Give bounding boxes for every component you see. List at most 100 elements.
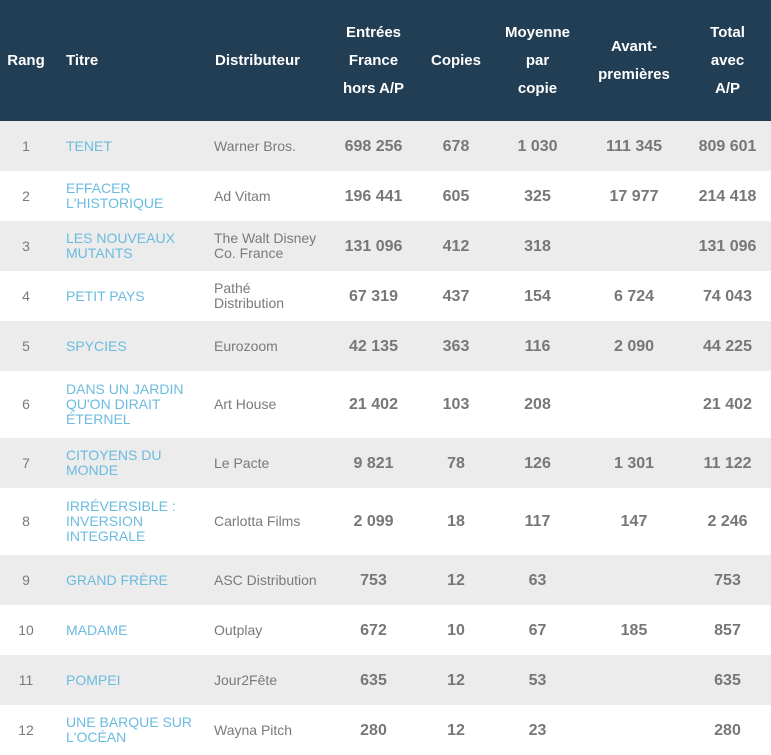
header-avant-premieres: Avant- premières (598, 37, 670, 83)
rang-cell: 11 (0, 655, 52, 705)
film-title-link[interactable]: DANS UN JARDIN QU'ON DIRAIT ÉTERNEL (66, 381, 183, 427)
rang-value: 7 (22, 454, 30, 471)
distributor-cell: The Walt Disney Co. France (201, 221, 326, 271)
total-value: 635 (714, 671, 741, 689)
film-title-link[interactable]: UNE BARQUE SUR L'OCÉAN (66, 714, 192, 745)
rang-cell: 4 (0, 271, 52, 321)
avant-premieres-cell (584, 221, 684, 271)
rang-cell: 7 (0, 438, 52, 488)
film-title-link[interactable]: LES NOUVEAUX MUTANTS (66, 230, 175, 261)
rang-cell: 9 (0, 555, 52, 605)
total-cell: 74 043 (684, 271, 771, 321)
table-row: 2 EFFACER L'HISTORIQUE Ad Vitam 196 441 605 3… (0, 171, 771, 221)
moyenne-value: 67 (528, 621, 547, 639)
entrees-cell: 9 821 (326, 438, 421, 488)
avant-premieres-value: 1 301 (613, 454, 655, 472)
copies-value: 10 (447, 621, 465, 639)
rang-value: 5 (22, 337, 30, 354)
entrees-cell: 42 135 (326, 321, 421, 371)
title-cell: UNE BARQUE SUR L'OCÉAN (52, 705, 201, 755)
rang-value: 12 (18, 721, 34, 738)
total-value: 2 246 (707, 513, 748, 530)
avant-premieres-value: 185 (620, 621, 648, 639)
entrees-cell: 131 096 (326, 221, 421, 271)
entrees-cell: 672 (326, 605, 421, 655)
copies-value: 78 (447, 454, 465, 472)
film-title-link[interactable]: GRAND FRÈRE (66, 572, 168, 588)
total-value: 809 601 (698, 137, 757, 155)
table-row: 11 POMPEI Jour2Fête 635 12 53 635 (0, 655, 771, 705)
title-cell: POMPEI (52, 655, 201, 705)
copies-cell: 605 (421, 171, 491, 221)
moyenne-value: 154 (524, 287, 551, 305)
entrees-value: 42 135 (349, 337, 398, 355)
distributor-value: Le Pacte (214, 454, 270, 471)
total-cell: 44 225 (684, 321, 771, 371)
moyenne-cell: 154 (491, 271, 584, 321)
header-titre: Titre (66, 51, 99, 69)
title-cell: PETIT PAYS (52, 271, 201, 321)
title-cell: DANS UN JARDIN QU'ON DIRAIT ÉTERNEL (52, 371, 201, 438)
rang-value: 10 (18, 621, 34, 638)
distributor-value: Wayna Pitch (214, 721, 293, 738)
film-title-link[interactable]: SPYCIES (66, 338, 127, 354)
entrees-cell: 635 (326, 655, 421, 705)
total-value: 753 (714, 571, 741, 589)
entrees-value: 196 441 (344, 187, 403, 205)
rang-value: 9 (22, 571, 30, 588)
rang-value: 3 (22, 237, 30, 254)
entrees-value: 280 (360, 721, 387, 739)
total-value: 857 (714, 621, 741, 639)
film-title-link[interactable]: PETIT PAYS (66, 288, 145, 304)
moyenne-cell: 325 (491, 171, 584, 221)
entrees-value: 672 (360, 621, 387, 639)
rang-value: 6 (22, 396, 30, 412)
avant-premieres-value: 6 724 (613, 287, 655, 305)
total-cell: 635 (684, 655, 771, 705)
distributor-value: Ad Vitam (214, 187, 271, 204)
title-cell: IRRÉVERSIBLE : INVERSION INTEGRALE (52, 488, 201, 555)
total-value: 11 122 (703, 454, 752, 472)
copies-value: 12 (447, 721, 465, 739)
avant-premieres-cell: 111 345 (584, 121, 684, 171)
entrees-cell: 280 (326, 705, 421, 755)
distributor-cell: Art House (201, 371, 326, 438)
copies-value: 12 (447, 671, 465, 689)
moyenne-value: 117 (524, 513, 551, 530)
avant-premieres-cell: 1 301 (584, 438, 684, 488)
copies-cell: 10 (421, 605, 491, 655)
rang-value: 11 (18, 671, 34, 688)
film-title-link[interactable]: CITOYENS DU MONDE (66, 447, 161, 478)
avant-premieres-value: 111 345 (605, 137, 663, 155)
entrees-value: 753 (360, 571, 387, 589)
film-title-link[interactable]: POMPEI (66, 672, 120, 688)
copies-cell: 78 (421, 438, 491, 488)
copies-value: 437 (442, 287, 470, 305)
avant-premieres-cell (584, 705, 684, 755)
title-cell: SPYCIES (52, 321, 201, 371)
entrees-value: 698 256 (344, 137, 403, 155)
table-row: 12 UNE BARQUE SUR L'OCÉAN Wayna Pitch 280 12… (0, 705, 771, 755)
distributor-value: Art House (214, 396, 277, 412)
film-title-link[interactable]: EFFACER L'HISTORIQUE (66, 180, 163, 211)
distributor-cell: Carlotta Films (201, 488, 326, 555)
copies-cell: 363 (421, 321, 491, 371)
copies-cell: 103 (421, 371, 491, 438)
avant-premieres-cell: 6 724 (584, 271, 684, 321)
distributor-value: Jour2Fête (214, 671, 278, 688)
title-cell: LES NOUVEAUX MUTANTS (52, 221, 201, 271)
distributor-value: ASC Distribution (214, 571, 317, 588)
title-cell: TENET (52, 121, 201, 171)
copies-value: 12 (447, 571, 465, 589)
rang-cell: 10 (0, 605, 52, 655)
distributor-cell: Ad Vitam (201, 171, 326, 221)
entrees-cell: 698 256 (326, 121, 421, 171)
table-row: 7 CITOYENS DU MONDE Le Pacte 9 821 78 126 1 30… (0, 438, 771, 488)
film-title-link[interactable]: TENET (66, 138, 112, 154)
rang-value: 4 (22, 287, 30, 304)
film-title-link[interactable]: MADAME (66, 622, 127, 638)
moyenne-cell: 318 (491, 221, 584, 271)
avant-premieres-value: 2 090 (613, 337, 655, 355)
film-title-link[interactable]: IRRÉVERSIBLE : INVERSION INTEGRALE (66, 498, 176, 544)
table-row: 4 PETIT PAYS Pathé Distribution 67 319 437 15… (0, 271, 771, 321)
